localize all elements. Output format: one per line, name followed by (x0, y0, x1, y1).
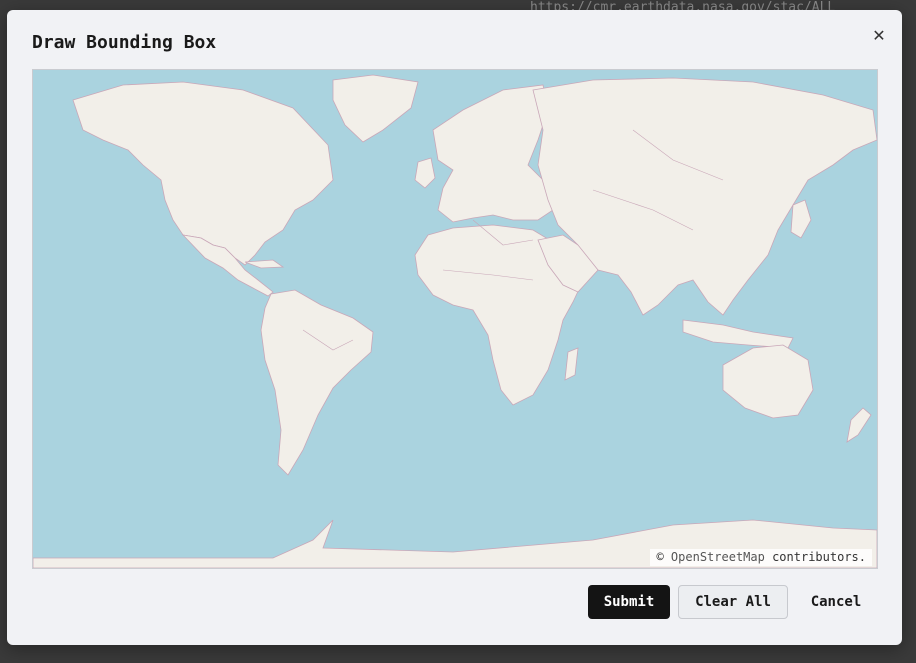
attribution-contributors: contributors. (772, 550, 866, 564)
clear-all-button[interactable]: Clear All (678, 585, 788, 619)
map-attribution: © OpenStreetMap contributors. (650, 549, 872, 566)
close-icon[interactable]: ✕ (868, 24, 890, 46)
world-map[interactable]: © OpenStreetMap contributors. (32, 69, 878, 569)
map-tiles (33, 70, 877, 568)
attribution-copyright: © (656, 550, 664, 564)
dialog-title: Draw Bounding Box (32, 32, 217, 53)
draw-bounding-box-dialog: Draw Bounding Box ✕ © OpenStreetMap cont… (7, 10, 902, 645)
submit-button[interactable]: Submit (588, 585, 670, 619)
cancel-button[interactable]: Cancel (796, 585, 876, 619)
openstreetmap-link[interactable]: OpenStreetMap (671, 550, 765, 564)
